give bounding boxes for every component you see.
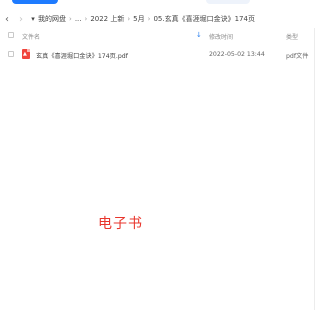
breadcrumb-separator: ›	[69, 15, 72, 23]
breadcrumb-item-current: 05.玄真《喜涯堀口金诀》174页	[153, 15, 255, 23]
table-row[interactable]: ▲ 玄真《喜涯堀口金诀》174页.pdf 2022-05-02 13:44 pd…	[0, 48, 315, 62]
breadcrumb: 我的网盘 › ... › 2022 上新 › 5月 › 05.玄真《喜涯堀口金诀…	[38, 14, 255, 24]
chevron-right-icon[interactable]: ›	[14, 14, 28, 25]
breadcrumb-item-root[interactable]: 我的网盘	[38, 14, 66, 24]
row-checkbox[interactable]	[8, 51, 14, 57]
breadcrumb-separator: ›	[147, 15, 151, 23]
navigation-bar: ‹ › ▾ 我的网盘 › ... › 2022 上新 › 5月 › 05.玄真《…	[0, 10, 315, 28]
toolbar-secondary-button[interactable]	[206, 0, 250, 4]
file-name[interactable]: 玄真《喜涯堀口金诀》174页.pdf	[36, 51, 128, 60]
column-header-name[interactable]: 文件名	[22, 32, 40, 41]
table-header: 文件名 ↓ 修改时间 类型	[0, 30, 315, 42]
breadcrumb-separator: ›	[127, 15, 131, 23]
column-header-type[interactable]: 类型	[286, 32, 298, 41]
select-all-checkbox[interactable]	[8, 32, 14, 38]
breadcrumb-item-ellipsis[interactable]: ...	[75, 15, 82, 23]
file-modified-time: 2022-05-02 13:44	[209, 51, 265, 58]
top-toolbar-strip	[0, 0, 315, 8]
caret-down-icon[interactable]: ▾	[28, 15, 38, 23]
breadcrumb-separator: ›	[84, 15, 88, 23]
breadcrumb-item-2022[interactable]: 2022 上新	[90, 14, 124, 24]
chevron-left-icon[interactable]: ‹	[0, 14, 14, 25]
upload-button[interactable]	[12, 0, 58, 4]
arrow-down-icon[interactable]: ↓	[196, 31, 202, 39]
overlay-label: 电子书	[98, 216, 143, 232]
pdf-icon: ▲	[22, 49, 30, 59]
breadcrumb-item-month[interactable]: 5月	[133, 14, 144, 24]
divider	[314, 28, 315, 310]
column-header-time[interactable]: 修改时间	[209, 32, 233, 41]
file-type: pdf文件	[286, 53, 309, 60]
